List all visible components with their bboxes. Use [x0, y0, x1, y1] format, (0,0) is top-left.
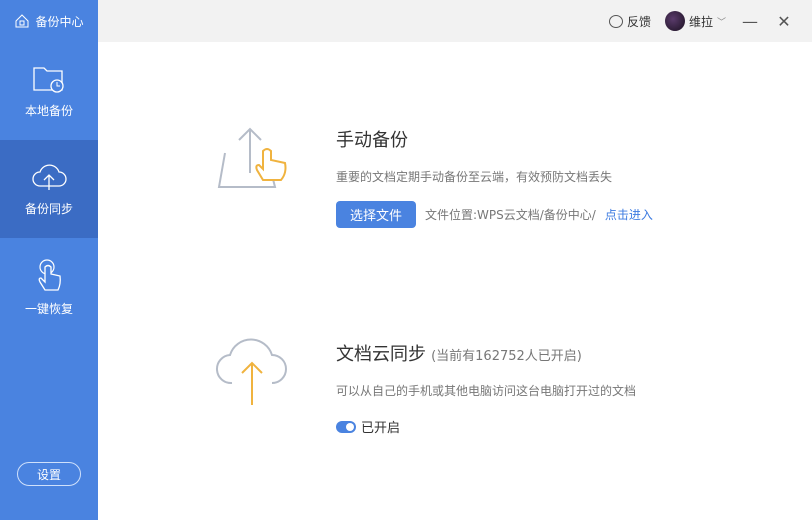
open-location-link[interactable]: 点击进入: [605, 206, 653, 223]
sidebar-item-backup-sync[interactable]: 备份同步: [0, 140, 98, 238]
sidebar-item-label: 本地备份: [24, 103, 73, 118]
cloud-sync-title: 文档云同步: [336, 344, 426, 365]
folder-clock-icon: [33, 66, 64, 93]
cloud-sync-toggle[interactable]: [336, 420, 356, 433]
brand: 备份中心: [0, 0, 98, 42]
settings-button[interactable]: 设置: [17, 462, 81, 486]
sidebar: 备份中心 本地备份 备份同步 一键恢复 设置: [0, 0, 98, 520]
avatar: [664, 11, 685, 31]
feedback-label: 反馈: [626, 14, 651, 29]
manual-backup-section: 手动备份 重要的文档定期手动备份至云端，有效预防文档丢失 选择文件 文件位置:W…: [336, 126, 653, 228]
chevron-down-icon: ﹀: [716, 17, 726, 28]
manual-backup-title: 手动备份: [336, 130, 408, 151]
home-cloud-icon: [15, 14, 29, 28]
top-bar: 反馈 维拉 ﹀ — ✕: [98, 0, 812, 42]
upload-hand-illustration: [217, 127, 287, 188]
hand-tap-icon: [38, 258, 61, 291]
chat-icon: [608, 14, 623, 28]
enabled-count: (当前有162752人已开启): [431, 349, 582, 364]
choose-file-button[interactable]: 选择文件: [336, 201, 416, 228]
manual-backup-desc: 重要的文档定期手动备份至云端，有效预防文档丢失: [336, 170, 613, 184]
sidebar-item-local-backup[interactable]: 本地备份: [0, 42, 98, 140]
file-location: 文件位置:WPS云文档/备份中心/: [425, 208, 596, 222]
sidebar-item-label: 一键恢复: [24, 301, 73, 316]
cloud-upload-icon: [32, 163, 67, 190]
cloud-sync-illustration: [215, 338, 287, 405]
user-name: 维拉: [688, 14, 713, 29]
sidebar-item-restore[interactable]: 一键恢复: [0, 238, 98, 336]
feedback-button[interactable]: 反馈: [608, 13, 651, 30]
cloud-sync-desc: 可以从自己的手机或其他电脑访问这台电脑打开过的文档: [336, 384, 637, 398]
user-menu[interactable]: 维拉 ﹀: [664, 11, 726, 31]
sidebar-item-label: 备份同步: [24, 201, 73, 216]
cloud-sync-section: 文档云同步 (当前有162752人已开启) 可以从自己的手机或其他电脑访问这台电…: [336, 340, 636, 436]
toggle-status: 已开启: [361, 421, 401, 436]
minimize-button[interactable]: —: [740, 12, 760, 31]
brand-label: 备份中心: [35, 14, 84, 29]
close-button[interactable]: ✕: [774, 12, 794, 31]
